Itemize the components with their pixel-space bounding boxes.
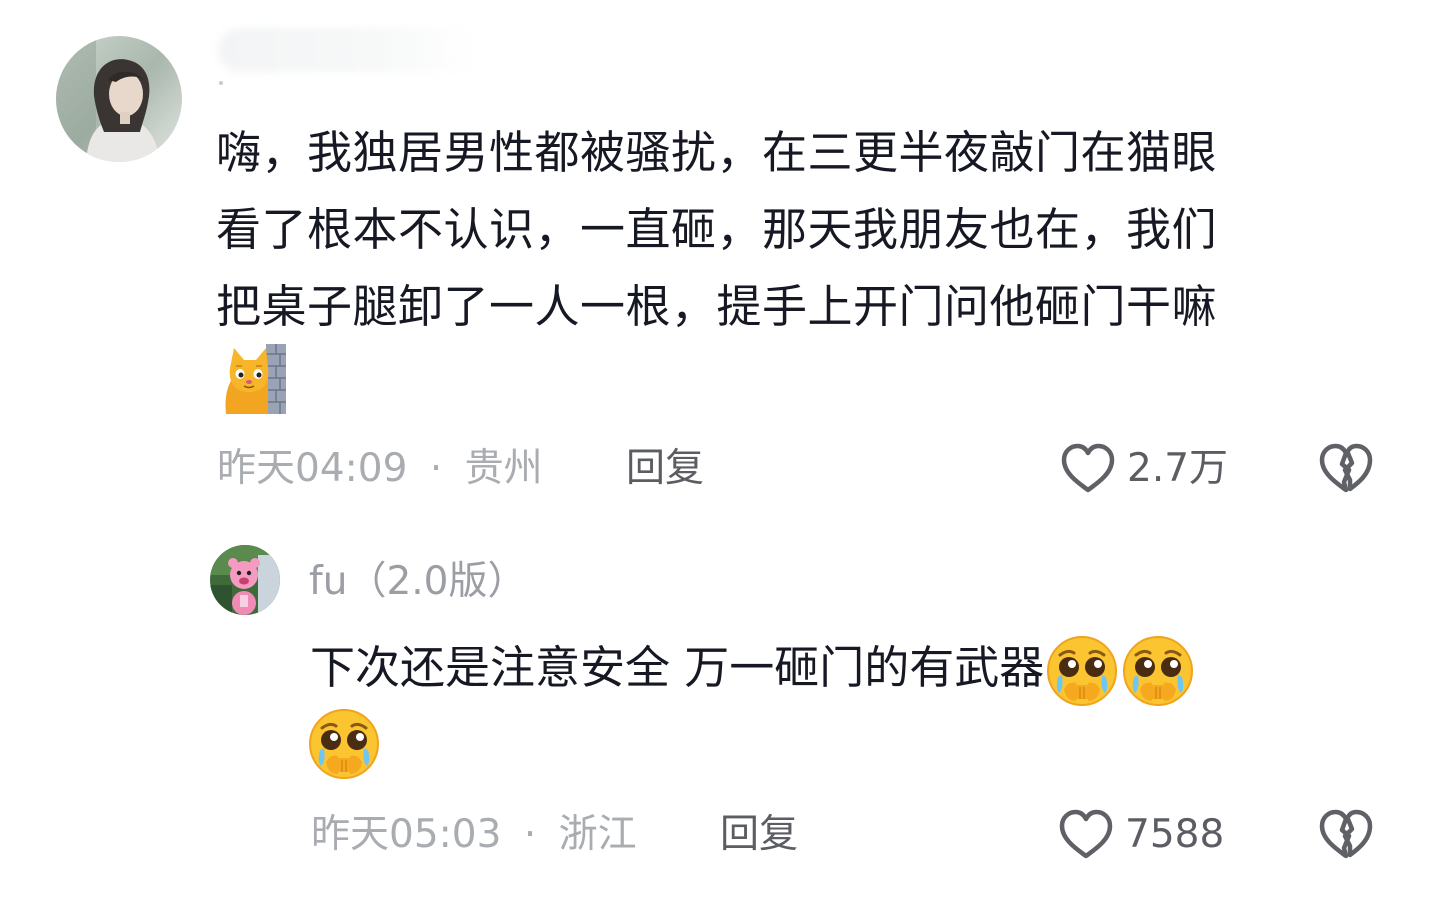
comment-meta: 昨天04:09 · 贵州 xyxy=(217,444,543,494)
blurred-author-name[interactable] xyxy=(218,28,478,72)
broken-heart-icon[interactable] xyxy=(1318,442,1374,496)
comment-location: 贵州 xyxy=(464,446,543,491)
comment-text: 嗨，我独居男性都被骚扰，在三更半夜敲门在猫眼 看了根本不认识，一直砸，那天我朋友… xyxy=(216,114,1366,345)
reply-emoji-line xyxy=(306,706,382,782)
pleading-face-emoji-icon xyxy=(309,709,379,779)
like-count: 7588 xyxy=(1125,812,1225,857)
reply-location: 浙江 xyxy=(558,812,637,857)
pleading-face-emoji-icon xyxy=(1047,636,1118,706)
comment-line: 嗨，我独居男性都被骚扰，在三更半夜敲门在猫眼 xyxy=(216,126,1218,179)
like-count: 2.7万 xyxy=(1127,446,1229,491)
heart-outline-icon[interactable] xyxy=(1060,442,1116,496)
comment-line: 看了根本不认识，一直砸，那天我朋友也在，我们 xyxy=(216,203,1218,256)
comment-time: 昨天04:09 xyxy=(217,446,408,491)
reply-text: 下次还是注意安全 万一砸门的有武器 xyxy=(310,633,1330,709)
reply-text-content: 下次还是注意安全 万一砸门的有武器 xyxy=(310,641,1045,694)
heart-outline-icon[interactable] xyxy=(1058,808,1114,862)
reply-button[interactable]: 回复 xyxy=(626,444,704,494)
reply-author-name[interactable]: fu（2.0版） xyxy=(309,558,526,606)
reply-button[interactable]: 回复 xyxy=(720,810,798,860)
broken-heart-icon[interactable] xyxy=(1318,808,1374,862)
reply-author-avatar[interactable] xyxy=(210,545,280,615)
name-dot xyxy=(219,81,223,85)
comment-line: 把桌子腿卸了一人一根，提手上开门问他砸门干嘛 xyxy=(216,280,1218,333)
cat-peeking-sticker-icon xyxy=(222,344,288,414)
meta-separator: · xyxy=(523,812,537,857)
pleading-face-emoji-icon xyxy=(1123,636,1194,706)
comment-author-avatar[interactable] xyxy=(56,36,182,162)
meta-separator: · xyxy=(429,446,443,491)
reply-meta: 昨天05:03 · 浙江 xyxy=(311,810,637,860)
reply-time: 昨天05:03 xyxy=(311,812,502,857)
